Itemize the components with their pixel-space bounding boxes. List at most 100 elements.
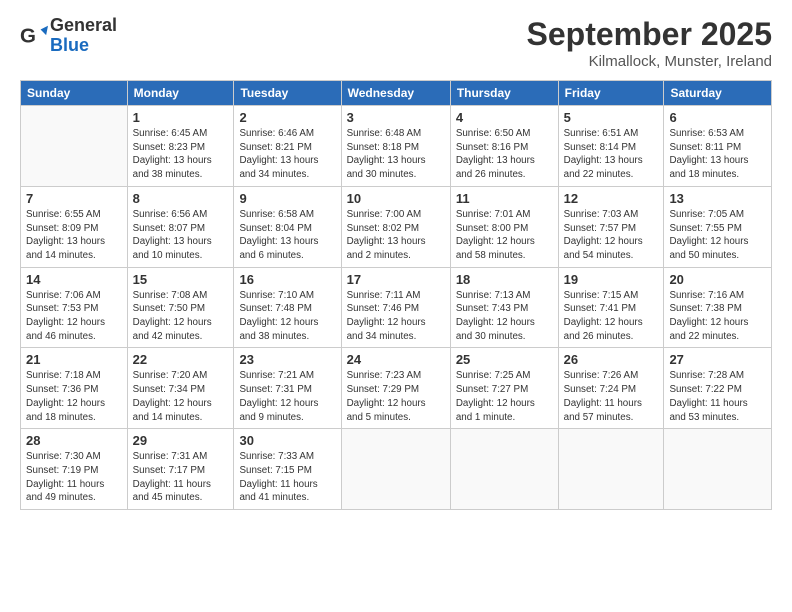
table-row: 20 Sunrise: 7:16 AM Sunset: 7:38 PM Dayli…: [664, 267, 772, 348]
table-row: 26 Sunrise: 7:26 AM Sunset: 7:24 PM Dayli…: [558, 348, 664, 429]
day-info: Sunrise: 6:48 AM Sunset: 8:18 PM Dayligh…: [347, 127, 445, 182]
location: Kilmallock, Munster, Ireland: [527, 53, 772, 70]
day-number: 10: [347, 191, 445, 206]
table-row: 25 Sunrise: 7:25 AM Sunset: 7:27 PM Dayli…: [450, 348, 558, 429]
table-row: [450, 429, 558, 510]
table-row: 16Sunrise: 7:10 AM Sunset: 7:48 PM Dayli…: [234, 267, 341, 348]
table-row: 4 Sunrise: 6:50 AM Sunset: 8:16 PM Daylig…: [450, 106, 558, 187]
day-info: Sunrise: 7:00 AM Sunset: 8:02 PM Dayligh…: [347, 208, 445, 263]
table-row: 1 Sunrise: 6:45 AM Sunset: 8:23 PM Daylig…: [127, 106, 234, 187]
day-number: 26: [564, 352, 659, 367]
col-sunday: Sunday: [21, 81, 128, 106]
day-info: Sunrise: 7:16 AM Sunset: 7:38 PM Dayligh…: [669, 289, 766, 344]
day-number: 21: [26, 352, 122, 367]
day-info: Sunrise: 6:58 AM Sunset: 8:04 PM Dayligh…: [239, 208, 335, 263]
day-number: 6: [669, 110, 766, 125]
logo-general: General: [50, 16, 117, 36]
day-info: Sunrise: 6:50 AM Sunset: 8:16 PM Dayligh…: [456, 127, 553, 182]
day-number: 18: [456, 272, 553, 287]
table-row: 8 Sunrise: 6:56 AM Sunset: 8:07 PM Daylig…: [127, 186, 234, 267]
day-info: Sunrise: 7:26 AM Sunset: 7:24 PM Dayligh…: [564, 369, 659, 424]
day-number: 24: [347, 352, 445, 367]
svg-text:G: G: [20, 24, 36, 47]
day-info: Sunrise: 7:15 AM Sunset: 7:41 PM Dayligh…: [564, 289, 659, 344]
table-row: [21, 106, 128, 187]
col-thursday: Thursday: [450, 81, 558, 106]
day-number: 2: [239, 110, 335, 125]
table-row: 5 Sunrise: 6:51 AM Sunset: 8:14 PM Daylig…: [558, 106, 664, 187]
table-row: 22Sunrise: 7:20 AM Sunset: 7:34 PM Dayli…: [127, 348, 234, 429]
day-number: 12: [564, 191, 659, 206]
table-row: 15 Sunrise: 7:08 AM Sunset: 7:50 PM Dayli…: [127, 267, 234, 348]
table-row: 17 Sunrise: 7:11 AM Sunset: 7:46 PM Dayli…: [341, 267, 450, 348]
table-row: 28 Sunrise: 7:30 AM Sunset: 7:19 PM Dayli…: [21, 429, 128, 510]
day-number: 3: [347, 110, 445, 125]
table-row: 29 Sunrise: 7:31 AM Sunset: 7:17 PM Dayli…: [127, 429, 234, 510]
day-info: Sunrise: 6:55 AM Sunset: 8:09 PM Dayligh…: [26, 208, 122, 263]
table-row: 19Sunrise: 7:15 AM Sunset: 7:41 PM Dayli…: [558, 267, 664, 348]
day-number: 4: [456, 110, 553, 125]
day-info: Sunrise: 7:25 AM Sunset: 7:27 PM Dayligh…: [456, 369, 553, 424]
table-row: 9Sunrise: 6:58 AM Sunset: 8:04 PM Daylig…: [234, 186, 341, 267]
day-info: Sunrise: 7:10 AM Sunset: 7:48 PM Dayligh…: [239, 289, 335, 344]
col-wednesday: Wednesday: [341, 81, 450, 106]
day-info: Sunrise: 7:01 AM Sunset: 8:00 PM Dayligh…: [456, 208, 553, 263]
day-info: Sunrise: 7:18 AM Sunset: 7:36 PM Dayligh…: [26, 369, 122, 424]
table-row: 7 Sunrise: 6:55 AM Sunset: 8:09 PM Daylig…: [21, 186, 128, 267]
month-title: September 2025: [527, 16, 772, 53]
day-number: 7: [26, 191, 122, 206]
day-number: 1: [133, 110, 229, 125]
day-number: 8: [133, 191, 229, 206]
day-info: Sunrise: 7:28 AM Sunset: 7:22 PM Dayligh…: [669, 369, 766, 424]
day-info: Sunrise: 7:33 AM Sunset: 7:15 PM Dayligh…: [239, 450, 335, 505]
table-row: 2Sunrise: 6:46 AM Sunset: 8:21 PM Daylig…: [234, 106, 341, 187]
table-row: 23 Sunrise: 7:21 AM Sunset: 7:31 PM Dayli…: [234, 348, 341, 429]
day-info: Sunrise: 6:51 AM Sunset: 8:14 PM Dayligh…: [564, 127, 659, 182]
table-row: 18 Sunrise: 7:13 AM Sunset: 7:43 PM Dayli…: [450, 267, 558, 348]
table-row: 30 Sunrise: 7:33 AM Sunset: 7:15 PM Dayli…: [234, 429, 341, 510]
day-number: 5: [564, 110, 659, 125]
table-row: 21 Sunrise: 7:18 AM Sunset: 7:36 PM Dayli…: [21, 348, 128, 429]
day-info: Sunrise: 7:05 AM Sunset: 7:55 PM Dayligh…: [669, 208, 766, 263]
table-row: 10 Sunrise: 7:00 AM Sunset: 8:02 PM Dayli…: [341, 186, 450, 267]
day-number: 13: [669, 191, 766, 206]
table-row: [341, 429, 450, 510]
day-number: 22: [133, 352, 229, 367]
day-info: Sunrise: 7:08 AM Sunset: 7:50 PM Dayligh…: [133, 289, 229, 344]
day-number: 14: [26, 272, 122, 287]
day-number: 28: [26, 433, 122, 448]
calendar-table: Sunday Monday Tuesday Wednesday Thursday…: [20, 80, 772, 510]
table-row: 12 Sunrise: 7:03 AM Sunset: 7:57 PM Dayli…: [558, 186, 664, 267]
day-number: 11: [456, 191, 553, 206]
day-info: Sunrise: 7:30 AM Sunset: 7:19 PM Dayligh…: [26, 450, 122, 505]
col-tuesday: Tuesday: [234, 81, 341, 106]
table-row: 6 Sunrise: 6:53 AM Sunset: 8:11 PM Daylig…: [664, 106, 772, 187]
day-info: Sunrise: 7:03 AM Sunset: 7:57 PM Dayligh…: [564, 208, 659, 263]
table-row: 3 Sunrise: 6:48 AM Sunset: 8:18 PM Daylig…: [341, 106, 450, 187]
col-friday: Friday: [558, 81, 664, 106]
day-number: 15: [133, 272, 229, 287]
logo-blue: Blue: [50, 36, 117, 56]
day-info: Sunrise: 7:11 AM Sunset: 7:46 PM Dayligh…: [347, 289, 445, 344]
day-number: 30: [239, 433, 335, 448]
table-row: 27 Sunrise: 7:28 AM Sunset: 7:22 PM Dayli…: [664, 348, 772, 429]
day-info: Sunrise: 7:13 AM Sunset: 7:43 PM Dayligh…: [456, 289, 553, 344]
day-number: 23: [239, 352, 335, 367]
col-monday: Monday: [127, 81, 234, 106]
day-info: Sunrise: 7:21 AM Sunset: 7:31 PM Dayligh…: [239, 369, 335, 424]
calendar-header-row: Sunday Monday Tuesday Wednesday Thursday…: [21, 81, 772, 106]
day-number: 25: [456, 352, 553, 367]
day-info: Sunrise: 6:45 AM Sunset: 8:23 PM Dayligh…: [133, 127, 229, 182]
day-number: 29: [133, 433, 229, 448]
page-header: G General Blue September 2025 Kilmallock…: [20, 16, 772, 70]
day-info: Sunrise: 7:31 AM Sunset: 7:17 PM Dayligh…: [133, 450, 229, 505]
day-info: Sunrise: 6:53 AM Sunset: 8:11 PM Dayligh…: [669, 127, 766, 182]
day-number: 17: [347, 272, 445, 287]
col-saturday: Saturday: [664, 81, 772, 106]
day-info: Sunrise: 6:56 AM Sunset: 8:07 PM Dayligh…: [133, 208, 229, 263]
day-number: 20: [669, 272, 766, 287]
day-info: Sunrise: 7:23 AM Sunset: 7:29 PM Dayligh…: [347, 369, 445, 424]
day-number: 27: [669, 352, 766, 367]
logo-icon: G: [20, 22, 48, 50]
table-row: 14Sunrise: 7:06 AM Sunset: 7:53 PM Dayli…: [21, 267, 128, 348]
